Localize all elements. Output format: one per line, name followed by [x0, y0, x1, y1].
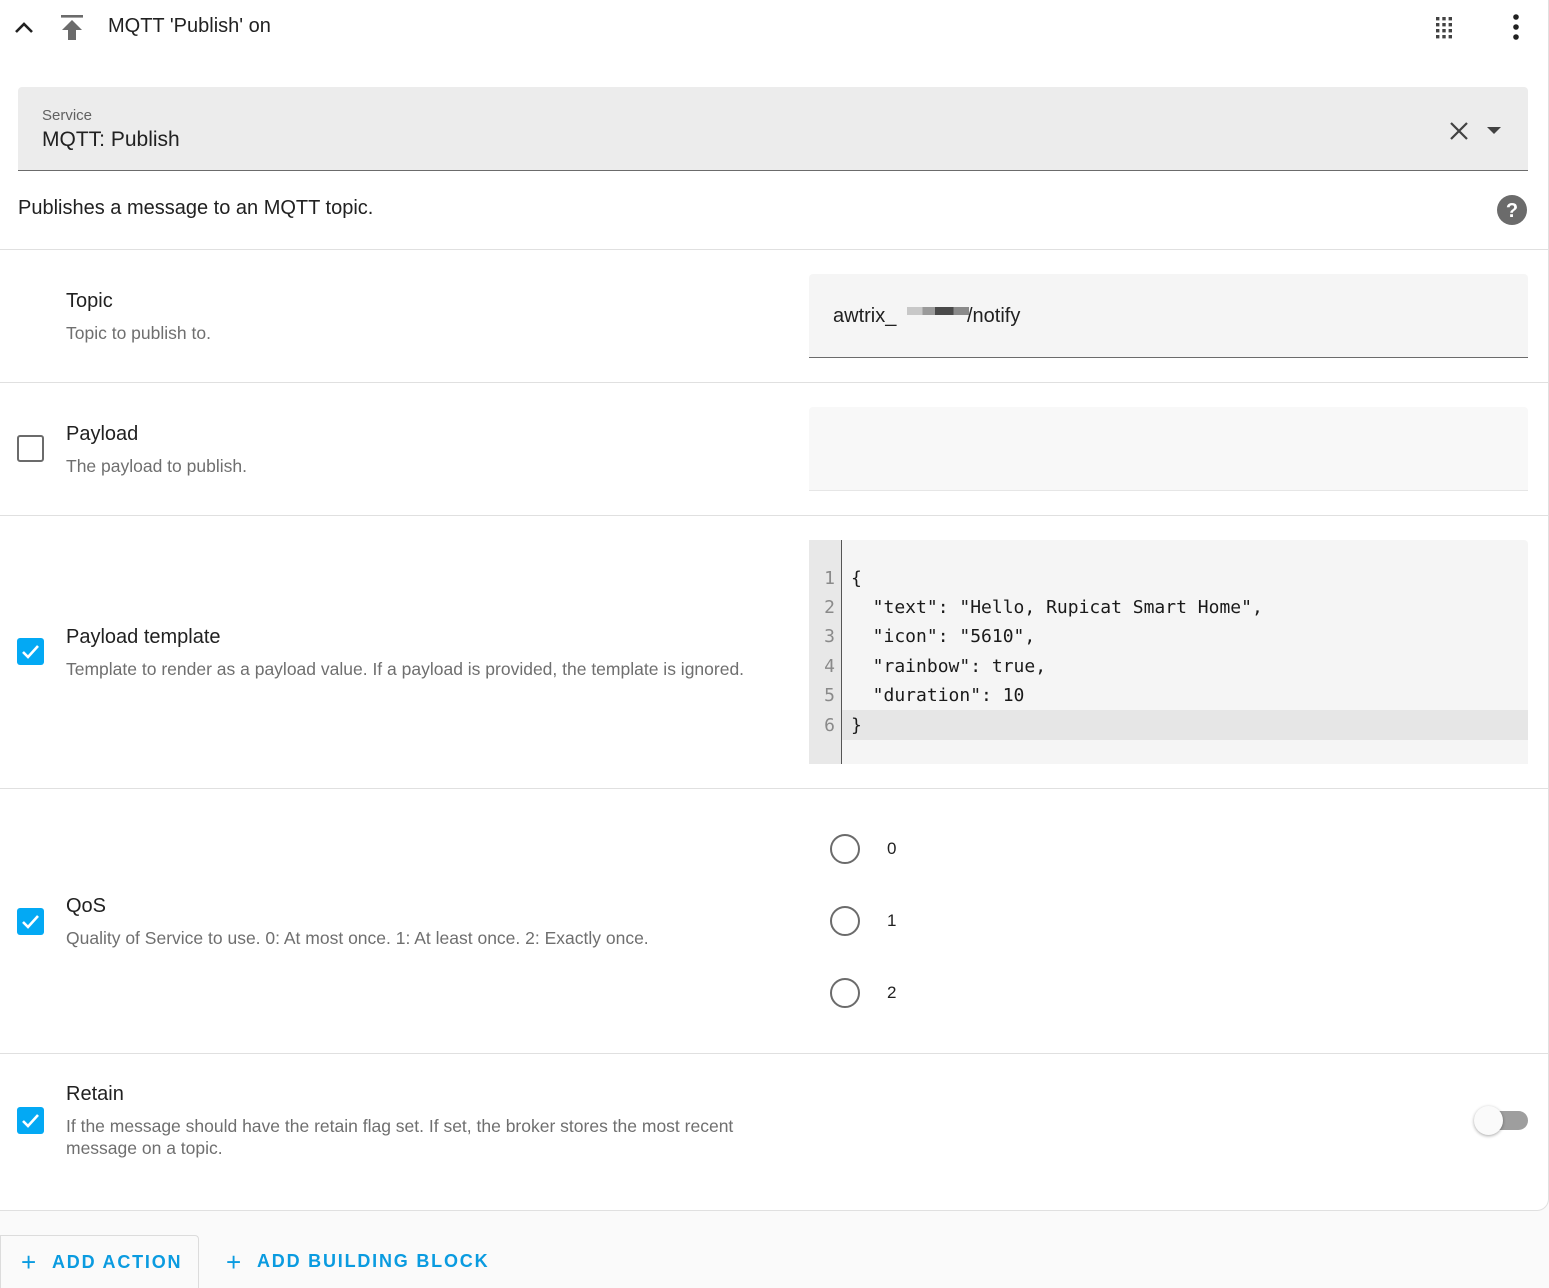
- divider: [0, 1053, 1549, 1054]
- close-icon[interactable]: [1447, 119, 1471, 143]
- more-vertical-icon[interactable]: [1504, 12, 1528, 42]
- qos-description: Quality of Service to use. 0: At most on…: [66, 928, 649, 948]
- qos-radio-2[interactable]: [830, 978, 860, 1008]
- add-building-block-button[interactable]: + ADD BUILDING BLOCK: [226, 1235, 489, 1288]
- retain-description: If the message should have the retain fl…: [66, 1116, 734, 1158]
- code-line: "icon": "5610",: [851, 626, 1036, 647]
- payload-template-title: Payload template: [66, 626, 221, 648]
- add-building-block-label: ADD BUILDING BLOCK: [256, 1251, 490, 1271]
- redacted-text: [907, 307, 969, 315]
- payload-template-description: Template to render as a payload value. I…: [66, 659, 745, 679]
- qos-radio-label: 1: [887, 911, 897, 930]
- publish-icon: [58, 12, 86, 42]
- line-number: 6: [824, 715, 835, 736]
- service-value: MQTT: Publish: [42, 128, 180, 151]
- line-number: 1: [824, 568, 835, 589]
- qos-radio-0[interactable]: [830, 834, 860, 864]
- code-line: "text": "Hello, Rupicat Smart Home",: [851, 597, 1263, 618]
- qos-title: QoS: [66, 895, 107, 917]
- divider: [0, 249, 1549, 250]
- card-title: MQTT 'Publish' on: [108, 15, 271, 37]
- add-action-label: ADD ACTION: [51, 1251, 183, 1272]
- retain-checkbox[interactable]: [17, 1107, 44, 1134]
- topic-value-prefix: awtrix_: [833, 305, 897, 327]
- payload-template-checkbox[interactable]: [17, 638, 44, 665]
- active-line-highlight: [842, 710, 1528, 740]
- line-number: 4: [824, 656, 835, 677]
- topic-title: Topic: [66, 290, 113, 312]
- qos-radio-label: 0: [887, 839, 897, 858]
- svg-text:?: ?: [1506, 200, 1518, 222]
- divider: [0, 382, 1549, 383]
- payload-description: The payload to publish.: [66, 456, 247, 476]
- service-label: Service: [42, 107, 93, 124]
- service-select[interactable]: Service MQTT: Publish: [18, 87, 1528, 171]
- drag-handle-icon[interactable]: [1430, 12, 1458, 42]
- qos-radio-1[interactable]: [830, 906, 860, 936]
- payload-title: Payload: [66, 423, 139, 445]
- code-line: "rainbow": true,: [851, 656, 1047, 677]
- line-number: 5: [824, 685, 835, 706]
- caret-down-icon[interactable]: [1482, 119, 1506, 143]
- add-action-button[interactable]: + ADD ACTION: [0, 1235, 199, 1288]
- retain-title: Retain: [66, 1083, 124, 1105]
- line-number: 3: [824, 626, 835, 647]
- plus-icon: +: [21, 1247, 38, 1277]
- topic-input[interactable]: awtrix_ /notify: [809, 274, 1528, 358]
- help-icon[interactable]: ?: [1496, 194, 1528, 226]
- qos-checkbox[interactable]: [17, 908, 44, 935]
- retain-switch-thumb[interactable]: [1474, 1106, 1503, 1135]
- divider: [0, 788, 1549, 789]
- payload-template-editor[interactable]: 1 2 3 4 5 6 { "text": "Hello, Rupicat Sm…: [809, 540, 1528, 764]
- qos-radio-label: 2: [887, 983, 897, 1002]
- card-header: MQTT 'Publish' on: [0, 0, 1549, 56]
- topic-description: Topic to publish to.: [66, 323, 211, 343]
- topic-value-suffix: /notify: [967, 305, 1021, 327]
- plus-icon: +: [226, 1246, 243, 1277]
- divider: [0, 515, 1549, 516]
- line-number-gutter: 1 2 3 4 5 6: [809, 540, 842, 764]
- payload-checkbox[interactable]: [17, 435, 44, 462]
- line-number: 2: [824, 597, 835, 618]
- code-line: "duration": 10: [851, 685, 1025, 706]
- payload-input[interactable]: [809, 407, 1528, 491]
- chevron-up-icon[interactable]: [10, 14, 38, 42]
- service-description: Publishes a message to an MQTT topic.: [18, 197, 374, 219]
- code-line: }: [851, 715, 862, 736]
- code-line: {: [851, 568, 862, 589]
- action-card: MQTT 'Publish' on Service MQTT: Publish: [0, 0, 1549, 1211]
